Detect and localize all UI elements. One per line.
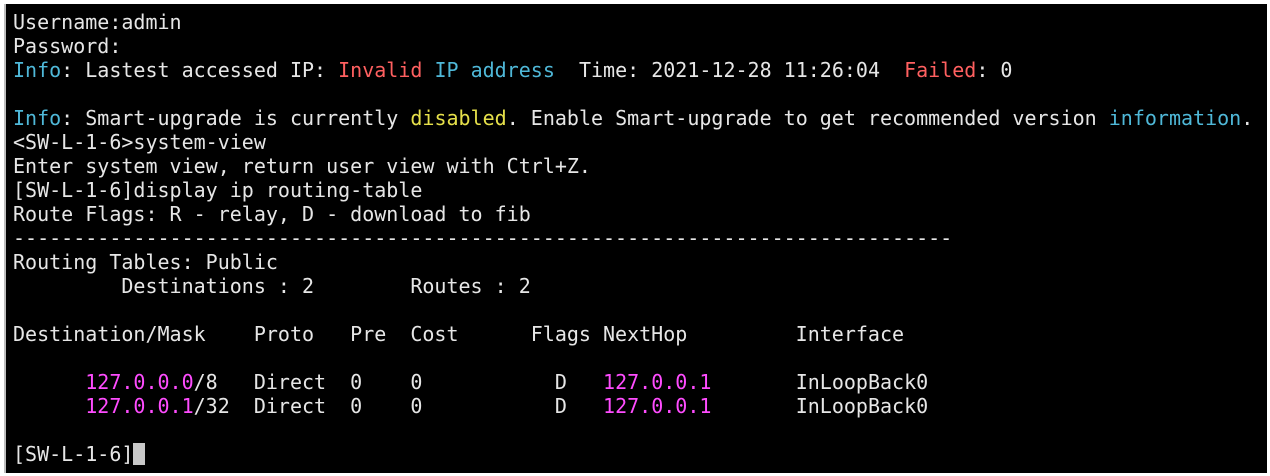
terminal-text: [SW-L-1-6] <box>13 442 134 466</box>
terminal-text: Invalid <box>338 58 423 82</box>
terminal-text: . Enable Smart-upgrade to get recommende… <box>506 106 1109 130</box>
terminal-text: Failed <box>904 58 977 82</box>
terminal-line: Username:admin <box>13 10 1253 34</box>
terminal-line: <SW-L-1-6>system-view <box>13 130 1253 154</box>
terminal-text: /8 Direct 0 0 D <box>193 370 604 394</box>
terminal-window[interactable]: Username:admin Password: Info: Lastest acc… <box>4 4 1267 473</box>
terminal-text: : Smart-upgrade is currently <box>61 106 411 130</box>
terminal-line: Password: <box>13 34 1253 58</box>
terminal-line: Enter system view, return user view with… <box>13 154 1253 178</box>
terminal-text: Enter system view, return user view with… <box>13 154 591 178</box>
terminal-text: information <box>1108 106 1242 130</box>
terminal-text: Password: <box>13 34 122 58</box>
terminal-line: [SW-L-1-6]display ip routing-table <box>13 178 1253 202</box>
terminal-line: 127.0.0.1/32 Direct 0 0 D 127.0.0.1 InLo… <box>13 394 1253 418</box>
terminal-text: InLoopBack0 <box>711 370 929 394</box>
terminal-line: Info: Smart-upgrade is currently disable… <box>13 106 1253 130</box>
terminal-line: [SW-L-1-6] <box>13 442 1253 466</box>
terminal-text: Time: 2021-12-28 11:26:04 <box>554 58 905 82</box>
terminal-text: 127.0.0.1 <box>603 370 712 394</box>
terminal-text: Route Flags: R - relay, D - download to … <box>13 202 531 226</box>
terminal-line: Info: Lastest accessed IP: Invalid IP ad… <box>13 58 1253 82</box>
terminal-text: ----------------------------------------… <box>13 226 953 250</box>
terminal-text: <SW-L-1-6>system-view <box>13 130 266 154</box>
terminal-text: [SW-L-1-6]display ip routing-table <box>13 178 423 202</box>
terminal-text: Destination/Mask Proto Pre Cost Flags Ne… <box>13 322 905 346</box>
terminal-text: disabled <box>410 106 507 130</box>
terminal-line: Destination/Mask Proto Pre Cost Flags Ne… <box>13 322 1253 346</box>
terminal-text: Routing Tables: Public <box>13 250 278 274</box>
terminal-line: 127.0.0.0/8 Direct 0 0 D 127.0.0.1 InLoo… <box>13 370 1253 394</box>
terminal-text: Username:admin <box>13 10 182 34</box>
terminal-text: Info <box>13 58 62 82</box>
terminal-text: InLoopBack0 <box>711 394 929 418</box>
text-cursor[interactable] <box>133 443 146 465</box>
terminal-text: 127.0.0.1 <box>85 394 194 418</box>
terminal-text: /32 Direct 0 0 D <box>193 394 604 418</box>
terminal-text: Info <box>13 106 62 130</box>
terminal-line: ----------------------------------------… <box>13 226 1253 250</box>
terminal-line: Destinations : 2 Routes : 2 <box>13 274 1253 298</box>
terminal-text: : 0 <box>976 58 1013 82</box>
terminal-text: 127.0.0.1 <box>603 394 712 418</box>
terminal-text: Destinations : 2 Routes : 2 <box>13 274 531 298</box>
terminal-text: IP address <box>434 58 555 82</box>
terminal-line: Routing Tables: Public <box>13 250 1253 274</box>
terminal-text: . <box>1241 106 1254 130</box>
terminal-text: 127.0.0.0 <box>85 370 194 394</box>
terminal-output: Username:admin Password: Info: Lastest acc… <box>13 10 1253 466</box>
terminal-text: : Lastest accessed IP: <box>61 58 339 82</box>
terminal-line: Route Flags: R - relay, D - download to … <box>13 202 1253 226</box>
